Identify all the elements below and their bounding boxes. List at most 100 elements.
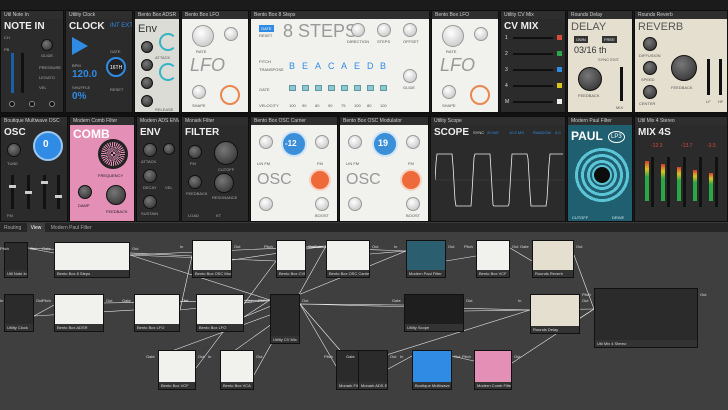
cv-channel-slider[interactable] — [513, 37, 553, 39]
step-gate-pad[interactable] — [302, 85, 309, 91]
input-port[interactable]: Pitch — [42, 298, 51, 303]
speed-knob[interactable] — [643, 61, 657, 75]
delay-module[interactable]: Rounds Delay DELAY OWN FREE 03/16 th SYN… — [567, 10, 633, 113]
mode-knob[interactable] — [163, 143, 175, 155]
cv-channel-slider[interactable] — [513, 101, 553, 103]
patch-node[interactable]: Bento Box OSC Carrier — [326, 240, 370, 278]
osc-modulator-module[interactable]: Bento Box OSC Modulator 19 LIN FM FM OSC… — [339, 116, 429, 222]
step-gate-pad[interactable] — [328, 85, 335, 91]
delay-time-value[interactable]: 03/16 th — [574, 45, 607, 55]
input-port[interactable]: Pitch — [324, 354, 333, 359]
patch-node[interactable]: Monark ADS ENV — [358, 350, 388, 390]
monark-filter-module[interactable]: Monark Filter FILTER FM CUTOFF FEEDBACK … — [181, 116, 249, 222]
mix-4-stereo-module[interactable]: Util Mix 4 Stereo MIX 4S -12.3 -13.7 -3.… — [634, 116, 728, 222]
fm-knob[interactable] — [188, 145, 202, 159]
output-port[interactable]: Out — [256, 354, 262, 359]
feedback-knob[interactable] — [671, 55, 697, 81]
play-icon[interactable] — [72, 37, 88, 55]
trigger-level[interactable]: 0.0 — [555, 130, 561, 135]
decay-knob[interactable] — [141, 59, 153, 71]
input-port[interactable]: In — [518, 298, 521, 303]
patch-node[interactable]: Bento Box ADSR — [54, 294, 104, 332]
input-port[interactable]: Gate — [346, 354, 355, 359]
cv-channel-slider[interactable] — [513, 53, 553, 55]
attack-knob[interactable] — [141, 41, 153, 53]
output-port[interactable]: Out — [198, 354, 204, 359]
output-port[interactable]: Out — [234, 244, 240, 249]
step-note[interactable]: D — [367, 61, 374, 71]
step-velocity-value[interactable]: 75 — [341, 103, 345, 108]
input-port[interactable]: Gate — [122, 298, 131, 303]
fm-fader[interactable] — [11, 175, 14, 209]
boost-knob[interactable] — [406, 197, 420, 211]
input-port[interactable]: In — [184, 298, 187, 303]
hf-fader[interactable] — [719, 59, 722, 95]
own-toggle[interactable]: OWN — [574, 36, 588, 43]
pw-knob[interactable] — [348, 135, 362, 149]
clock-module[interactable]: Utility Clock CLOCK INT EXT BPM 120.0 SH… — [65, 10, 133, 113]
shape-knob[interactable] — [192, 85, 206, 99]
direction-knob[interactable] — [351, 23, 365, 37]
note-in-module[interactable]: Util Note In NOTE IN CH PB GLIDE PRESSUR… — [0, 10, 64, 113]
input-port[interactable]: Gate — [520, 244, 529, 249]
osc-carrier-module[interactable]: Bento Box OSC Carrier -12 LIN FM FM OSC … — [250, 116, 338, 222]
cv-channel-slider[interactable] — [513, 85, 553, 87]
step-gate-pad[interactable] — [367, 85, 374, 91]
diffusion-knob[interactable] — [643, 37, 657, 51]
channel-fader[interactable] — [651, 157, 654, 207]
shape-knob[interactable] — [400, 169, 422, 191]
reset-button[interactable]: RESET — [259, 33, 272, 38]
step-velocity-value[interactable]: 100 — [380, 103, 387, 108]
decay-knob[interactable] — [143, 169, 157, 183]
glide-knob[interactable] — [41, 39, 53, 51]
output-port[interactable]: Out — [448, 244, 454, 249]
input-port[interactable]: In — [208, 354, 211, 359]
step-velocity-value[interactable]: 90 — [302, 103, 306, 108]
input-port[interactable]: Gate — [314, 244, 323, 249]
channel-fader[interactable] — [699, 157, 702, 207]
patch-node[interactable]: Bento Box 8 Steps — [54, 242, 130, 278]
input-port[interactable]: Gate — [146, 354, 155, 359]
scope-module[interactable]: Utility Scope SCOPE SYNC 20 ms 10.0 ms R… — [430, 116, 566, 222]
output-port[interactable]: Out — [576, 244, 582, 249]
lf-fader[interactable] — [707, 59, 710, 95]
step-gate-pad[interactable] — [380, 85, 387, 91]
sustain-knob[interactable] — [143, 195, 157, 209]
patch-node[interactable]: Bento Box VCF — [476, 240, 510, 278]
output-port[interactable]: Out — [302, 298, 308, 303]
step-gate-pad[interactable] — [341, 85, 348, 91]
cv-channel-slider[interactable] — [513, 69, 553, 71]
out-jack[interactable] — [49, 101, 55, 107]
frequency-knob[interactable] — [98, 139, 128, 169]
int-ext-switch[interactable]: INT EXT — [110, 23, 132, 29]
output-port[interactable]: Out — [106, 298, 112, 303]
output-port[interactable]: Out — [246, 298, 252, 303]
pw-knob[interactable] — [259, 135, 273, 149]
adsr-module[interactable]: Bento Box ADSR Env ATTACK RELEASE — [134, 10, 180, 113]
fm-knob[interactable] — [259, 197, 273, 211]
output-port[interactable]: Out — [454, 354, 460, 359]
phase-knob[interactable] — [474, 27, 488, 41]
output-port[interactable]: Out — [512, 244, 518, 249]
patch-node[interactable]: Rounds Delay — [530, 294, 580, 334]
feedback-knob[interactable] — [578, 67, 602, 91]
shuffle-value[interactable]: 0% — [72, 91, 86, 102]
pitchbend-fader[interactable] — [11, 53, 14, 93]
steps-knob[interactable] — [377, 23, 391, 37]
cutoff-knob[interactable] — [214, 141, 238, 165]
comb-filter-module[interactable]: Modern Comb Filter COMB FREQUENCY DAMP F… — [69, 116, 135, 222]
trigger-mode[interactable]: Random — [533, 130, 551, 135]
input-port[interactable]: Pitch — [258, 298, 267, 303]
patch-node[interactable]: Bento Box LFO — [196, 294, 244, 332]
output-port[interactable]: Out — [466, 298, 472, 303]
channel-fader[interactable] — [667, 157, 670, 207]
step-velocity-value[interactable]: 100 — [354, 103, 361, 108]
output-port[interactable]: Out — [30, 246, 36, 251]
input-port[interactable]: In — [180, 244, 183, 249]
resonance-knob[interactable] — [214, 173, 234, 193]
patch-node[interactable]: Modern Comb Filter — [474, 350, 512, 390]
channel-fader[interactable] — [715, 157, 718, 207]
gate-button[interactable]: GATE — [259, 25, 274, 32]
input-port[interactable]: Pitch — [582, 292, 591, 297]
8-steps-module[interactable]: Bento Box 8 Steps GATE RESET 8 STEPS DIR… — [250, 10, 430, 113]
